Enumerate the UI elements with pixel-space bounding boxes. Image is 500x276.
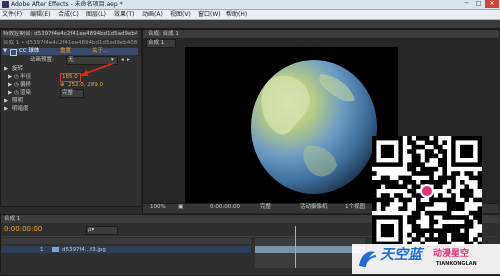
camera-snapshot-icon[interactable]: ▣ (178, 204, 183, 210)
param-twirl-icon[interactable]: ▶ (8, 90, 12, 96)
layer-name[interactable]: d5397f4...f3.jpg (62, 247, 106, 253)
preset-prev-icon[interactable]: ◂ (121, 57, 124, 63)
animation-preset-label: 动画预置: (30, 57, 54, 63)
menu-help[interactable]: 帮助(H) (226, 11, 247, 18)
views-dropdown[interactable]: 1个视图 (345, 204, 365, 210)
active-camera-dropdown[interactable]: 活动摄像机 (300, 204, 328, 210)
param-offset-label: 偏移 (20, 82, 32, 88)
param-twirl-icon[interactable]: ▶ (4, 98, 8, 104)
timeline-track-area[interactable] (255, 238, 365, 268)
layer-number: 1 (40, 247, 44, 253)
comp-timecode[interactable]: 0:00:00:00 (210, 204, 240, 210)
effect-controls-subtab: 合成 1 • d5397f4e4c2f41ee4894bd1d5ad9eb408… (3, 40, 137, 46)
window-title: Adobe After Effects - 未命名项目.aep * (11, 1, 123, 8)
brand-subtitle-cn: 动漫星空 (433, 249, 470, 259)
timeline-search-placeholder: ρ▾ (88, 227, 95, 233)
brand-name-en: TIANKONGLAN (436, 261, 477, 267)
current-time-indicator[interactable] (295, 226, 296, 268)
param-render-label: 渲染 (20, 90, 32, 96)
about-link[interactable]: 关于... (92, 48, 108, 54)
menu-window[interactable]: 窗口(W) (198, 11, 221, 18)
fx-toggle-icon[interactable] (10, 49, 17, 56)
maximize-button[interactable]: □ (473, 0, 484, 8)
param-twirl-icon[interactable]: ▶ (4, 106, 8, 112)
resolution-dropdown[interactable]: 完整 (260, 204, 271, 210)
effect-name: CC 球体 (19, 48, 40, 54)
offset-crosshair-icon[interactable]: ⊕ (60, 82, 65, 88)
timeline-timecode[interactable]: 0:00:00:00 (4, 226, 42, 233)
qr-code-image (372, 136, 483, 247)
param-light-label: 照明 (12, 98, 24, 104)
composition-tab-strip (143, 30, 499, 38)
menu-animation[interactable]: 动画(A) (142, 11, 163, 18)
param-twirl-icon[interactable]: ▶ (4, 66, 8, 72)
effect-controls-tab[interactable]: 特效控制台: d5397f4e4c2f41ee4894bd1d5ad9eb408… (3, 31, 137, 37)
effect-twirl-icon[interactable]: ▼ (3, 48, 7, 54)
param-rotation-label: 旋转 (12, 66, 24, 72)
red-arrow-annotation (80, 62, 115, 76)
timeline-column-headers (1, 238, 251, 244)
tools-toolbar (0, 20, 500, 29)
earth-sphere-render (251, 60, 377, 194)
param-twirl-icon[interactable]: ▶ (8, 82, 12, 88)
brand-logo-icon (359, 251, 377, 268)
param-radius-label: 半径 (20, 74, 32, 80)
brand-name-cn: 天空蓝 (380, 247, 422, 263)
menu-layer[interactable]: 图层(L) (86, 11, 106, 18)
composition-subtab-label: 合成 1 (148, 40, 165, 46)
layer-duration-bar[interactable] (255, 246, 365, 253)
layer-row[interactable] (1, 246, 251, 253)
stopwatch-icon[interactable]: ◷ (14, 90, 19, 96)
menu-view[interactable]: 视图(V) (170, 11, 191, 18)
animation-preset-value: 无 (68, 57, 74, 63)
stopwatch-icon[interactable]: ◷ (14, 74, 19, 80)
menu-edit[interactable]: 编辑(E) (30, 11, 50, 18)
radius-value[interactable]: 185.0 (62, 74, 78, 80)
timeline-tab[interactable]: 合成 1 (4, 216, 20, 222)
param-twirl-icon[interactable]: ▶ (8, 74, 12, 80)
minimize-button[interactable]: ─ (461, 0, 472, 8)
offset-value[interactable]: 252.0, 289.0 (68, 82, 103, 88)
composition-tab[interactable]: 合成: 合成 1 (148, 31, 179, 37)
qr-code-pattern (372, 136, 483, 247)
param-shading-label: 明暗度 (12, 106, 29, 112)
zoom-dropdown[interactable]: 100% (150, 204, 166, 210)
image-layer-icon (52, 247, 59, 252)
menu-effect[interactable]: 效果(T) (114, 11, 134, 18)
menu-composition[interactable]: 合成(C) (58, 11, 79, 18)
after-effects-app-icon (2, 1, 9, 8)
stopwatch-icon[interactable]: ◷ (14, 82, 19, 88)
render-value: 完整 (62, 90, 74, 96)
earth-continents (261, 74, 355, 177)
menu-file[interactable]: 文件(F) (2, 11, 22, 18)
reset-link[interactable]: 重置 (60, 48, 71, 54)
close-button[interactable]: ✕ (485, 0, 499, 8)
preset-next-icon[interactable]: ▸ (127, 57, 130, 63)
